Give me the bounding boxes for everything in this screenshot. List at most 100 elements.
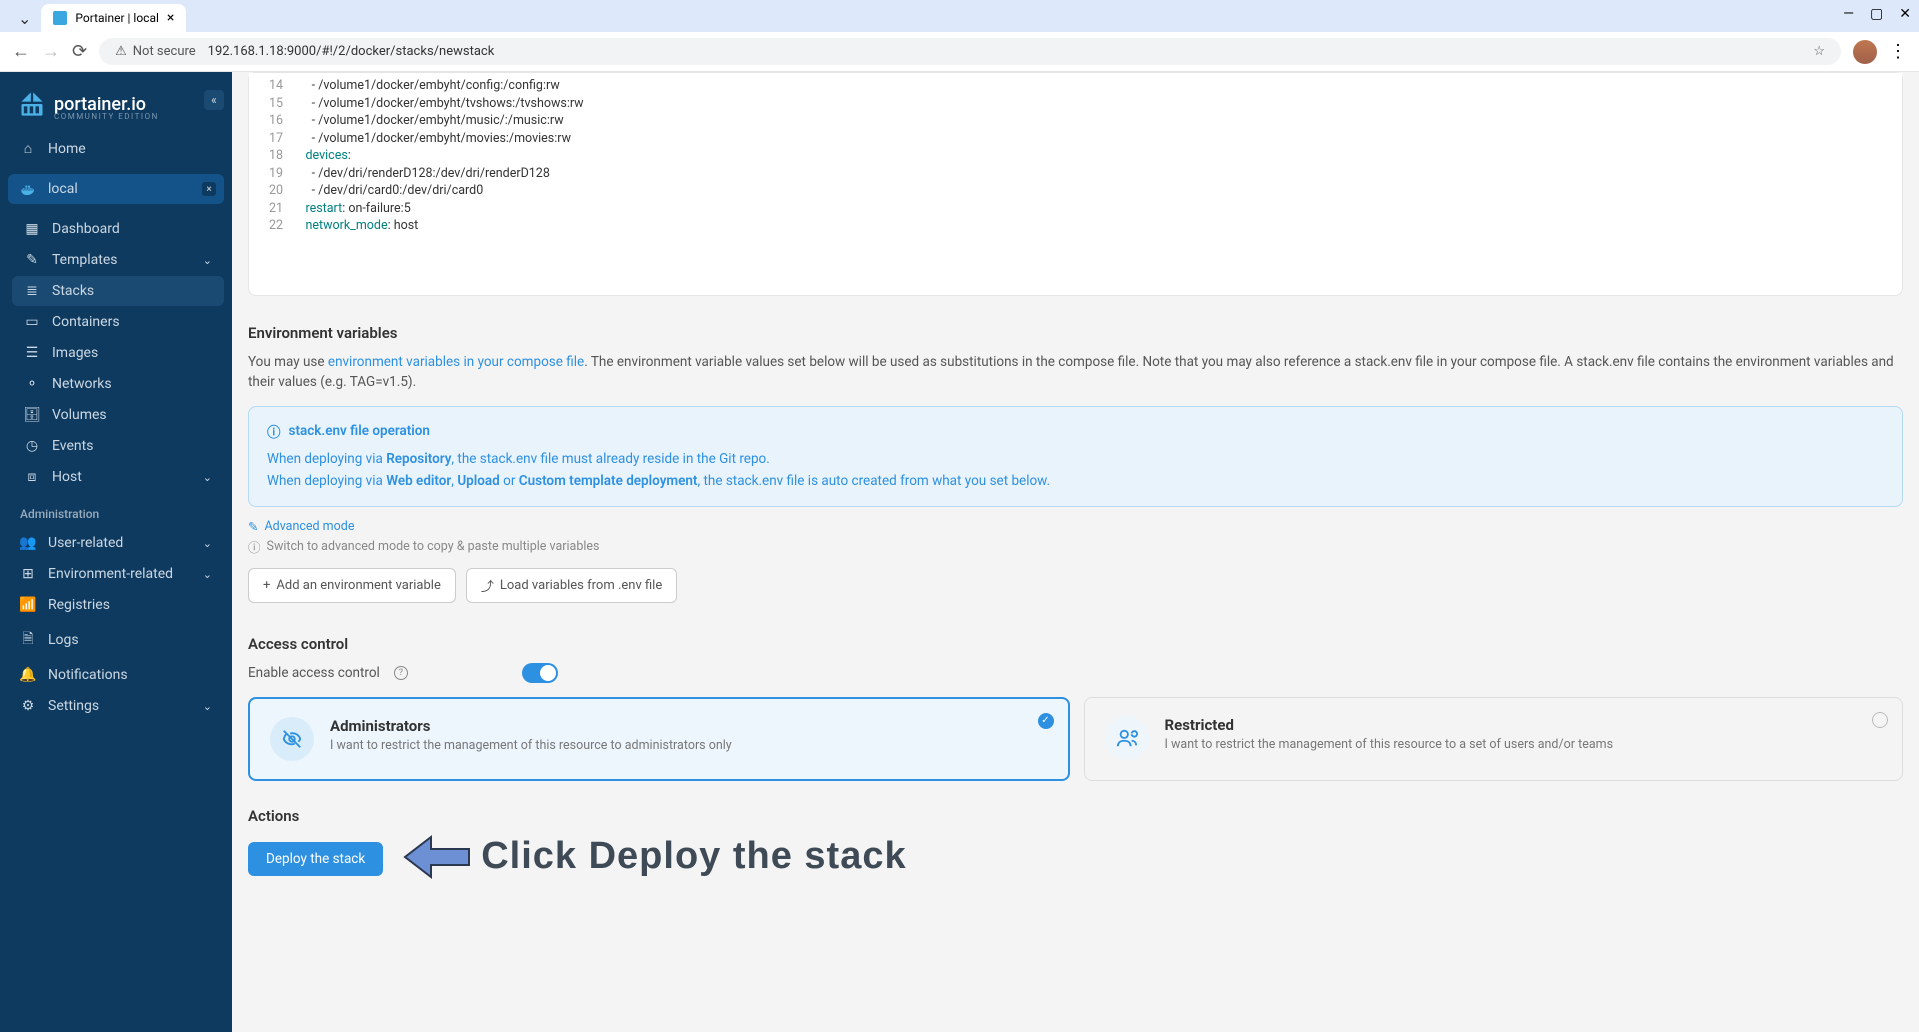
env-vars-section: Environment variables You may use enviro… <box>248 308 1903 619</box>
bookmark-star-icon[interactable]: ☆ <box>1813 44 1825 59</box>
sidebar-admin-item-settings[interactable]: ⚙ Settings ⌄ <box>8 691 224 721</box>
portainer-logo-icon <box>18 90 46 118</box>
section-title-access: Access control <box>248 635 1903 653</box>
logo-subtitle: COMMUNITY EDITION <box>54 112 159 121</box>
sidebar-label: Containers <box>52 314 120 330</box>
list-icon: ☰ <box>24 345 40 361</box>
sidebar-label: Host <box>52 469 82 485</box>
compose-editor-card: 141516171819202122 - /volume1/docker/emb… <box>248 72 1903 296</box>
restricted-card-desc: I want to restrict the management of thi… <box>1165 737 1614 752</box>
deploy-stack-button[interactable]: Deploy the stack <box>248 842 383 876</box>
help-icon[interactable]: ? <box>394 666 408 680</box>
sidebar-label: Home <box>48 141 86 157</box>
maximize-icon[interactable]: ▢ <box>1870 6 1883 22</box>
access-card-admin[interactable]: Administrators I want to restrict the ma… <box>248 697 1070 781</box>
sidebar-item-containers[interactable]: ▭Containers <box>12 307 224 337</box>
radio-icon: 📶 <box>20 597 36 613</box>
db-icon: 🗄 <box>24 407 40 423</box>
sidebar-environment[interactable]: local × <box>8 174 224 204</box>
editor-code[interactable]: - /volume1/docker/embyht/config:/config:… <box>293 77 1902 235</box>
info-small-icon: ⓘ <box>248 537 261 556</box>
tab-dropdown[interactable]: ⌄ <box>8 5 41 32</box>
plus-icon: + <box>263 578 270 593</box>
chevron-down-icon: ⌄ <box>203 537 212 550</box>
address-bar[interactable]: ⚠ Not secure 192.168.1.18:9000/#!/2/dock… <box>99 38 1841 65</box>
sidebar-item-stacks[interactable]: ≣Stacks <box>12 276 224 306</box>
sidebar-item-home[interactable]: ⌂ Home <box>8 133 224 164</box>
chevron-down-icon: ⌄ <box>203 700 212 713</box>
grid-icon: ▦ <box>24 221 40 237</box>
browser-tab-strip: ⌄ Portainer | local × — ▢ ✕ <box>0 0 1919 32</box>
sidebar-label: Images <box>52 345 98 361</box>
minimize-icon[interactable]: — <box>1843 6 1854 22</box>
sidebar-collapse-icon[interactable]: « <box>204 90 224 110</box>
upload-icon: ⤴ <box>481 576 494 595</box>
browser-tab[interactable]: Portainer | local × <box>41 4 186 32</box>
annotation-overlay: Click Deploy the stack <box>401 831 906 883</box>
file-icon: 🗎 <box>20 628 36 652</box>
restricted-card-title: Restricted <box>1165 716 1614 734</box>
env-vars-doc-link[interactable]: environment variables in your compose fi… <box>328 354 584 370</box>
section-title-actions: Actions <box>248 807 1903 825</box>
tab-close-icon[interactable]: × <box>167 10 174 26</box>
users-icon: 👥 <box>20 535 36 551</box>
code-editor[interactable]: 141516171819202122 - /volume1/docker/emb… <box>249 73 1902 295</box>
annotation-arrow-icon <box>401 831 471 883</box>
profile-avatar[interactable] <box>1853 40 1877 64</box>
env-icon: ⊞ <box>20 566 36 582</box>
reload-icon[interactable]: ⟳ <box>72 41 87 62</box>
sidebar-label: Events <box>52 438 93 454</box>
access-control-section: Access control Enable access control ? A… <box>248 619 1903 797</box>
sidebar-label: Notifications <box>48 667 128 683</box>
annotation-text: Click Deploy the stack <box>481 835 906 878</box>
sidebar-item-events[interactable]: ◷ Events <box>12 431 224 461</box>
share-icon: ⚬ <box>24 376 40 392</box>
eye-off-icon <box>270 717 314 761</box>
sidebar: portainer.io COMMUNITY EDITION « ⌂ Home … <box>0 72 232 1032</box>
tab-title: Portainer | local <box>75 11 159 25</box>
sidebar-item-templates[interactable]: ✎Templates⌄ <box>12 245 224 275</box>
chevron-down-icon: ⌄ <box>203 254 212 267</box>
stack-env-info-box: ⓘ stack.env file operation When deployin… <box>248 406 1903 507</box>
sidebar-label: Logs <box>48 632 79 648</box>
sidebar-label: Dashboard <box>52 221 120 237</box>
add-env-var-button[interactable]: + Add an environment variable <box>248 568 456 603</box>
editor-gutter: 141516171819202122 <box>249 77 293 235</box>
close-window-icon[interactable]: ✕ <box>1899 6 1911 22</box>
clock-icon: ◷ <box>24 438 40 454</box>
sidebar-admin-item-registries[interactable]: 📶Registries <box>8 590 224 620</box>
actions-section: Actions Deploy the stack Click Deploy th… <box>248 797 1903 899</box>
home-icon: ⌂ <box>20 140 36 157</box>
advanced-mode-link[interactable]: ✎ Advanced mode <box>248 519 1903 535</box>
window-controls: — ▢ ✕ <box>1843 6 1911 22</box>
sidebar-item-images[interactable]: ☰ Images <box>12 338 224 368</box>
access-card-restricted[interactable]: Restricted I want to restrict the manage… <box>1084 697 1904 781</box>
sidebar-label: Volumes <box>52 407 107 423</box>
server-icon: ⧈ <box>24 469 40 485</box>
back-icon[interactable]: ← <box>12 41 30 62</box>
sidebar-admin-item-environment-related[interactable]: ⊞Environment-related⌄ <box>8 559 224 589</box>
sidebar-label: Settings <box>48 698 99 714</box>
enable-access-label: Enable access control <box>248 665 380 681</box>
sidebar-admin-item-logs[interactable]: 🗎 Logs <box>8 621 224 659</box>
sidebar-section-admin: Administration <box>8 493 224 527</box>
sidebar-item-host[interactable]: ⧈ Host ⌄ <box>12 462 224 492</box>
browser-menu-icon[interactable]: ⋮ <box>1889 41 1907 62</box>
sidebar-admin-item-notifications[interactable]: 🔔Notifications <box>8 660 224 690</box>
load-env-file-button[interactable]: ⤴ Load variables from .env file <box>466 568 677 603</box>
chevron-down-icon: ⌄ <box>203 471 212 484</box>
admin-card-desc: I want to restrict the management of thi… <box>330 738 732 753</box>
section-title-env: Environment variables <box>248 324 1903 342</box>
sidebar-label: User-related <box>48 535 123 551</box>
env-close-icon[interactable]: × <box>202 182 216 196</box>
main-content: 141516171819202122 - /volume1/docker/emb… <box>232 72 1919 1032</box>
advanced-mode-hint: ⓘ Switch to advanced mode to copy & past… <box>248 537 1903 556</box>
sidebar-label: Templates <box>52 252 118 268</box>
sidebar-item-volumes[interactable]: 🗄 Volumes <box>12 400 224 430</box>
access-control-toggle[interactable] <box>522 663 558 683</box>
sidebar-item-networks[interactable]: ⚬Networks <box>12 369 224 399</box>
forward-icon[interactable]: → <box>42 41 60 62</box>
sidebar-admin-item-user-related[interactable]: 👥 User-related ⌄ <box>8 528 224 558</box>
sidebar-item-dashboard[interactable]: ▦ Dashboard <box>12 214 224 244</box>
gear-icon: ⚙ <box>20 698 36 714</box>
